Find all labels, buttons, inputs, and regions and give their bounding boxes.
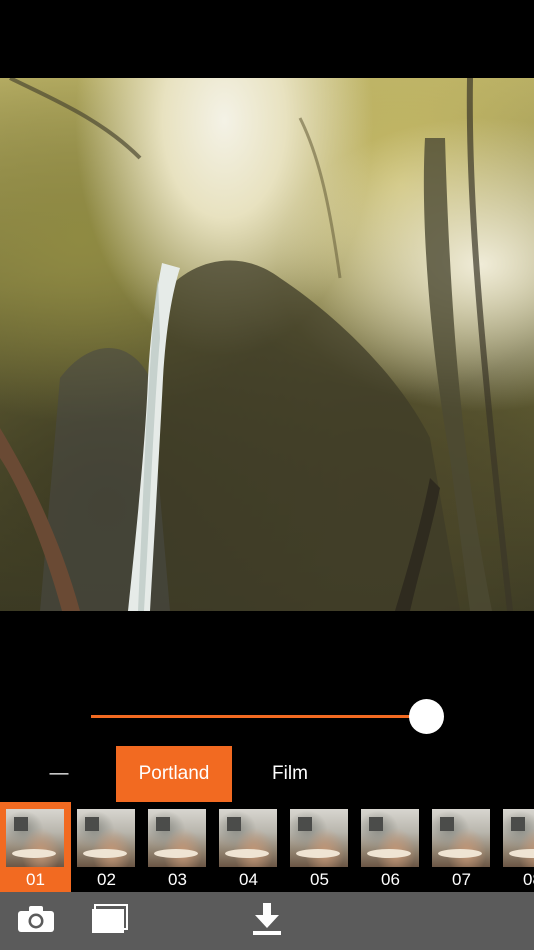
filter-thumbnail[interactable]: 02 <box>71 802 142 892</box>
thumbnail-label: 06 <box>381 870 400 889</box>
thumbnail-image <box>77 809 135 867</box>
thumbnail-label: 05 <box>310 870 329 889</box>
thumbnail-label: 02 <box>97 870 116 889</box>
thumbnail-label: 04 <box>239 870 258 889</box>
tab-film[interactable]: Film <box>240 746 340 802</box>
thumbnail-image <box>432 809 490 867</box>
camera-icon <box>16 904 56 939</box>
thumbnail-label: 07 <box>452 870 471 889</box>
filter-thumbnail[interactable]: 06 <box>355 802 426 892</box>
thumbnail-image <box>148 809 206 867</box>
filter-thumbnail[interactable]: 07 <box>426 802 497 892</box>
filter-category-tabs: — Portland Film <box>0 746 534 802</box>
filter-thumbnail[interactable]: 01 <box>0 802 71 892</box>
gallery-button[interactable] <box>86 892 134 950</box>
photo-preview <box>0 78 534 611</box>
thumbnail-image <box>6 809 64 867</box>
tab-none[interactable]: — <box>30 746 88 802</box>
thumbnail-image <box>219 809 277 867</box>
intensity-slider-thumb[interactable] <box>409 699 444 734</box>
filter-thumbnail[interactable]: 05 <box>284 802 355 892</box>
bottom-toolbar <box>0 892 534 950</box>
camera-button[interactable] <box>12 892 60 950</box>
gallery-icon <box>90 903 130 940</box>
filter-thumbnail[interactable]: 03 <box>142 802 213 892</box>
filter-thumbnail[interactable]: 08 <box>497 802 534 892</box>
thumbnail-label: 01 <box>26 870 45 889</box>
thumbnail-image <box>361 809 419 867</box>
thumbnail-label: 03 <box>168 870 187 889</box>
thumbnail-label: 08 <box>523 870 534 889</box>
save-button[interactable] <box>244 892 290 950</box>
filter-thumbnail[interactable]: 04 <box>213 802 284 892</box>
tab-portland[interactable]: Portland <box>116 746 232 802</box>
thumbnail-image <box>503 809 534 867</box>
download-icon <box>251 901 283 942</box>
intensity-slider-track[interactable] <box>91 715 427 718</box>
filter-thumbnail-strip[interactable]: 01 02 03 04 05 06 07 08 <box>0 802 534 892</box>
thumbnail-image <box>290 809 348 867</box>
